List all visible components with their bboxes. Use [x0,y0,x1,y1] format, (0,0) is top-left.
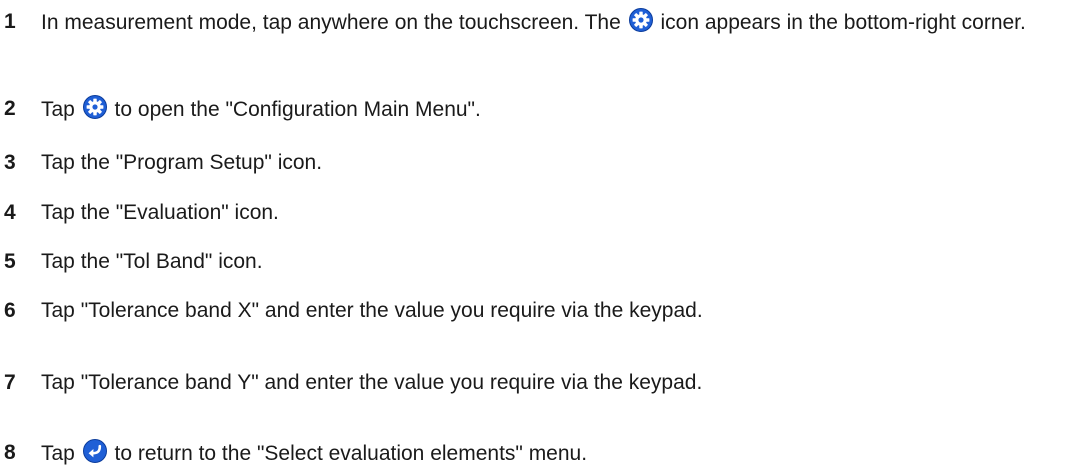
gear-icon [82,95,107,119]
step-number: 5 [4,250,16,273]
step-text-before-icon: In measurement mode, tap anywhere on the… [41,11,621,34]
back-arrow-icon [82,439,107,463]
step-text-before-icon: Tap [41,98,75,121]
step-text-before-icon: Tap [41,442,75,465]
step-text-after-icon: icon appears in the bottom-right corner. [660,11,1026,34]
step-number: 4 [4,201,16,224]
step-text-after-icon: to open the "Configuration Main Menu". [114,98,481,121]
gear-icon [628,8,653,32]
step-number: 2 [4,97,16,120]
step-text: Tap the "Evaluation" icon. [41,201,279,224]
step-text: Tap the "Tol Band" icon. [41,250,263,273]
instruction-list: 1 In measurement mode, tap anywhere on t… [0,0,1068,468]
step-text: Tap to return to the "Select evaluation … [41,439,1061,467]
step-text-after-icon: to return to the "Select evaluation elem… [114,442,588,465]
step-number: 7 [4,371,16,394]
step-text: Tap to open the "Configuration Main Menu… [41,95,1061,123]
step-number: 6 [4,299,16,322]
step-text: Tap "Tolerance band Y" and enter the val… [41,371,703,394]
step-number: 3 [4,151,16,174]
step-text: In measurement mode, tap anywhere on the… [41,8,1061,36]
step-text: Tap the "Program Setup" icon. [41,151,323,174]
step-text: Tap "Tolerance band X" and enter the val… [41,299,703,322]
step-number: 1 [4,10,16,33]
step-number: 8 [4,441,16,464]
